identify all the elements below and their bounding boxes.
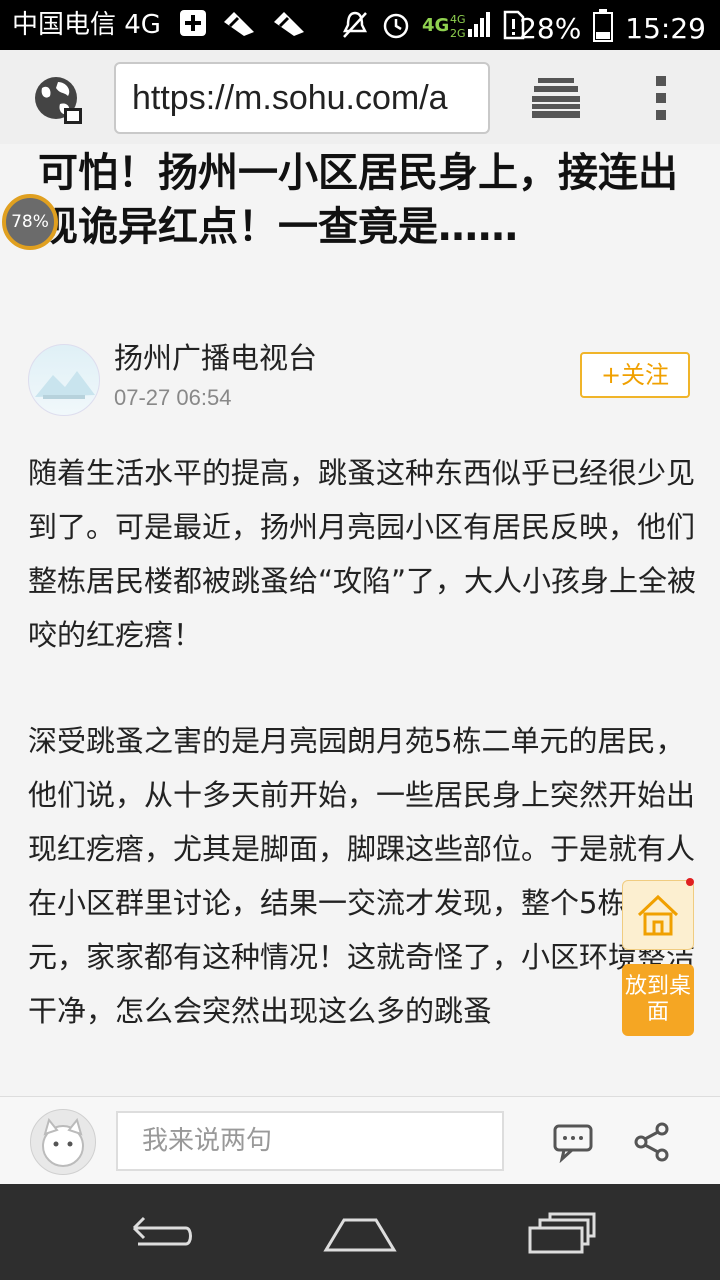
- tabs-icon[interactable]: [530, 76, 582, 120]
- app-notification-icon: [220, 8, 258, 42]
- home-nav-icon[interactable]: [322, 1214, 398, 1254]
- article-content[interactable]: 可怕！扬州一小区居民身上，接连出现诡异红点！一查竟是…… 78% 扬州广播电视台…: [0, 144, 720, 1096]
- add-notification-icon: [178, 8, 208, 42]
- url-text: https://m.sohu.com/a: [132, 79, 448, 117]
- status-bar: 中国电信 4G 4G 4G 2G 28% 15:29: [0, 0, 720, 50]
- network-badge-text: 4G: [422, 15, 449, 36]
- svg-text:4G: 4G: [450, 13, 466, 26]
- alarm-icon: [380, 9, 412, 45]
- add-to-desktop-button[interactable]: 放到桌面: [622, 964, 694, 1036]
- comment-input[interactable]: 我来说两句: [116, 1111, 504, 1171]
- author-name[interactable]: 扬州广播电视台: [114, 340, 317, 376]
- app-notification-icon-2: [270, 8, 308, 42]
- article-paragraph-2: 深受跳蚤之害的是月亮园朗月苑5栋二单元的居民，他们说，从十多天前开始，一些居民身…: [28, 724, 696, 1028]
- more-vert-icon[interactable]: [650, 74, 672, 122]
- carrier-label: 中国电信 4G: [12, 10, 161, 40]
- signal-icon: 4G 4G 2G: [422, 9, 492, 45]
- follow-button[interactable]: +关注: [580, 352, 690, 398]
- battery-icon: [593, 8, 614, 50]
- share-icon[interactable]: [632, 1121, 672, 1163]
- battery-level: 28%: [519, 12, 582, 45]
- url-bar[interactable]: https://m.sohu.com/a: [114, 62, 490, 134]
- article-title: 可怕！扬州一小区居民身上，接连出现诡异红点！一查竟是……: [38, 150, 678, 250]
- mute-icon: [340, 9, 370, 45]
- author-avatar[interactable]: [28, 344, 100, 416]
- svg-text:2G: 2G: [450, 27, 466, 40]
- comment-icon[interactable]: [552, 1123, 594, 1164]
- globe-icon[interactable]: [32, 74, 84, 126]
- recent-apps-icon[interactable]: [526, 1210, 598, 1256]
- comment-bar: 我来说两句: [0, 1096, 720, 1185]
- article-paragraph-1: 随着生活水平的提高，跳蚤这种东西似乎已经很少见到了。可是最近，扬州月亮园小区有居…: [28, 456, 697, 652]
- notification-dot: [686, 878, 694, 886]
- system-nav-bar: [0, 1184, 720, 1280]
- back-icon[interactable]: [124, 1214, 196, 1254]
- reading-progress-badge[interactable]: 78%: [2, 194, 58, 250]
- status-right: 28% 15:29: [519, 8, 706, 50]
- floating-home-button[interactable]: [622, 880, 694, 950]
- publish-date: 07-27 06:54: [114, 385, 232, 410]
- system-icons: 4G 4G 2G: [340, 9, 526, 45]
- home-icon: [623, 894, 693, 953]
- clock: 15:29: [625, 12, 706, 45]
- notification-icons: [178, 9, 308, 41]
- browser-toolbar: https://m.sohu.com/a: [0, 50, 720, 145]
- user-avatar[interactable]: [30, 1109, 96, 1175]
